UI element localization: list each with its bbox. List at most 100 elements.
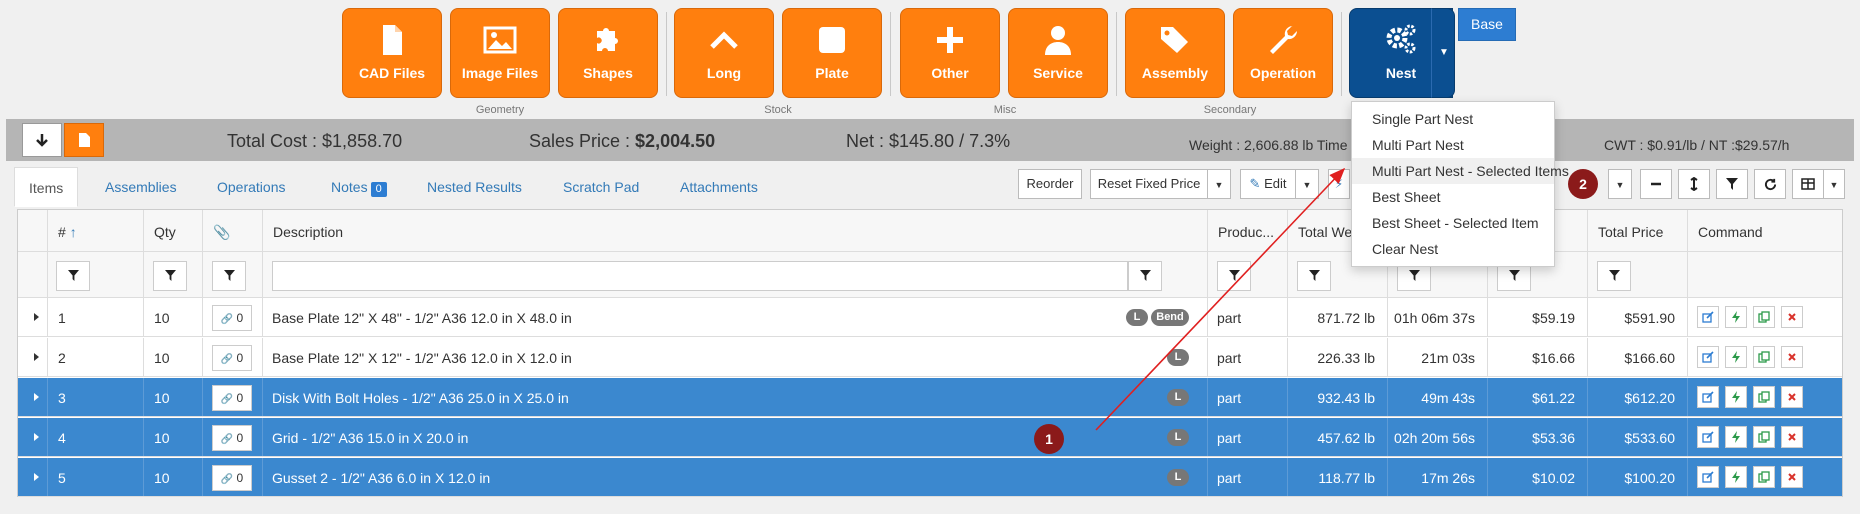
row-expand-cell[interactable]: [18, 458, 48, 496]
row-expand-cell[interactable]: [18, 338, 48, 376]
header-product[interactable]: Produc...: [1208, 210, 1288, 251]
attachments-button[interactable]: 🔗 0: [212, 385, 252, 411]
close-icon: [1788, 313, 1796, 321]
attachments-button[interactable]: 🔗 0: [212, 345, 252, 371]
header-attachments[interactable]: 📎: [203, 210, 263, 251]
tab-nested-results[interactable]: Nested Results: [413, 167, 536, 207]
menu-item-best-sheet[interactable]: Best Sheet: [1352, 184, 1554, 210]
lightning-row-button[interactable]: [1725, 386, 1747, 408]
shapes-button[interactable]: Shapes: [558, 8, 658, 98]
row-expand-cell[interactable]: [18, 298, 48, 336]
delete-row-button[interactable]: [1781, 306, 1803, 328]
tab-operations[interactable]: Operations: [203, 167, 299, 207]
delete-row-button[interactable]: [1781, 386, 1803, 408]
expand-height-button[interactable]: [1678, 169, 1710, 199]
refresh-button[interactable]: [1754, 169, 1786, 199]
row-expand-cell[interactable]: [18, 418, 48, 456]
filter-qty-button[interactable]: [153, 261, 187, 291]
row-weight: 871.72 lb: [1288, 298, 1388, 336]
tab-assemblies[interactable]: Assemblies: [91, 167, 191, 207]
edit-row-button[interactable]: [1697, 346, 1719, 368]
image-files-button[interactable]: Image Files: [450, 8, 550, 98]
base-button[interactable]: Base: [1458, 8, 1516, 41]
collapse-button[interactable]: [1640, 169, 1672, 199]
lightning-row-button[interactable]: [1725, 466, 1747, 488]
copy-row-button[interactable]: [1753, 306, 1775, 328]
tab-scratch-pad[interactable]: Scratch Pad: [549, 167, 653, 207]
edit-row-button[interactable]: [1697, 466, 1719, 488]
attachments-button[interactable]: 🔗 0: [212, 425, 252, 451]
row-total-price: $166.60: [1588, 338, 1688, 376]
reorder-button[interactable]: Reorder: [1018, 169, 1082, 199]
document-button[interactable]: [64, 123, 104, 157]
copy-row-button[interactable]: [1753, 346, 1775, 368]
filter-attach-button[interactable]: [212, 261, 246, 291]
table-row-1[interactable]: 1 10 🔗 0 Base Plate 12" X 48" - 1/2" A36…: [18, 298, 1842, 337]
notes-count-badge: 0: [370, 182, 387, 197]
copy-row-button[interactable]: [1753, 386, 1775, 408]
delete-row-button[interactable]: [1781, 426, 1803, 448]
table-row-3[interactable]: 3 10 🔗 0 Disk With Bolt Holes - 1/2" A36…: [18, 378, 1842, 417]
filter-price-button[interactable]: [1597, 261, 1631, 291]
row-unit-price: $16.66: [1488, 338, 1588, 376]
reset-fixed-price-button[interactable]: Reset Fixed Price: [1090, 169, 1208, 199]
more-dropdown[interactable]: ▼: [1608, 169, 1632, 199]
nest-dropdown-toggle[interactable]: ▼: [1431, 8, 1455, 98]
menu-item-clear-nest[interactable]: Clear Nest: [1352, 236, 1554, 262]
edit-button[interactable]: ✎ Edit: [1240, 169, 1296, 199]
lightning-row-button[interactable]: [1725, 306, 1747, 328]
filter-description-button[interactable]: [1128, 261, 1162, 291]
edit-dropdown[interactable]: ▼: [1295, 169, 1319, 199]
plate-button[interactable]: Plate: [782, 8, 882, 98]
columns-dropdown[interactable]: ▼: [1823, 169, 1845, 199]
lightning-row-button[interactable]: [1725, 426, 1747, 448]
edit-row-button[interactable]: [1697, 386, 1719, 408]
description-filter-input[interactable]: [272, 261, 1128, 291]
table-row-5[interactable]: 5 10 🔗 0 Gusset 2 - 1/2" A36 6.0 in X 12…: [18, 458, 1842, 497]
attachments-button[interactable]: 🔗 0: [212, 465, 252, 491]
edit-row-button[interactable]: [1697, 426, 1719, 448]
header-total-price[interactable]: Total Price: [1588, 210, 1688, 251]
toolbar-separator: [890, 12, 891, 96]
table-row-2[interactable]: 2 10 🔗 0 Base Plate 12" X 12" - 1/2" A36…: [18, 338, 1842, 377]
lightning-row-button[interactable]: [1725, 346, 1747, 368]
lightning-button[interactable]: ⚡: [1328, 169, 1350, 199]
filter-number-button[interactable]: [56, 261, 90, 291]
header-description[interactable]: Description: [263, 210, 1208, 251]
grid-header-row: # ↑ Qty 📎 Description Produc... Total We…: [18, 210, 1842, 252]
row-description-cell: Base Plate 12" X 48" - 1/2" A36 12.0 in …: [263, 298, 1208, 336]
table-row-4[interactable]: 4 10 🔗 0 Grid - 1/2" A36 15.0 in X 20.0 …: [18, 418, 1842, 457]
delete-row-button[interactable]: [1781, 466, 1803, 488]
cad-files-button[interactable]: CAD Files: [342, 8, 442, 98]
copy-icon: [1758, 311, 1770, 323]
row-product: part: [1208, 458, 1288, 496]
delete-row-button[interactable]: [1781, 346, 1803, 368]
weight-summary: Weight : 2,606.88 lb Time: [1189, 137, 1348, 153]
assembly-button[interactable]: Assembly: [1125, 8, 1225, 98]
menu-item-best-sheet-selected[interactable]: Best Sheet - Selected Item: [1352, 210, 1554, 236]
other-button[interactable]: Other: [900, 8, 1000, 98]
long-button[interactable]: Long: [674, 8, 774, 98]
tab-attachments[interactable]: Attachments: [666, 167, 772, 207]
tab-notes[interactable]: Notes 0: [317, 167, 401, 207]
reset-price-dropdown[interactable]: ▼: [1207, 169, 1231, 199]
tab-items[interactable]: Items: [14, 167, 79, 207]
download-button[interactable]: [22, 123, 62, 157]
header-number[interactable]: # ↑: [48, 210, 144, 251]
filter-weight-button[interactable]: [1297, 261, 1331, 291]
filter-button[interactable]: [1716, 169, 1748, 199]
menu-item-single-part-nest[interactable]: Single Part Nest: [1352, 106, 1554, 132]
row-expand-cell[interactable]: [18, 378, 48, 416]
copy-row-button[interactable]: [1753, 426, 1775, 448]
columns-button[interactable]: [1792, 169, 1824, 199]
menu-item-multi-part-nest-selected[interactable]: Multi Part Nest - Selected Items: [1352, 158, 1569, 184]
service-button[interactable]: Service: [1008, 8, 1108, 98]
menu-item-multi-part-nest[interactable]: Multi Part Nest: [1352, 132, 1554, 158]
edit-row-button[interactable]: [1697, 306, 1719, 328]
filter-product-button[interactable]: [1217, 261, 1251, 291]
operation-button[interactable]: Operation: [1233, 8, 1333, 98]
attachments-button[interactable]: 🔗 0: [212, 305, 252, 331]
header-qty[interactable]: Qty: [144, 210, 203, 251]
copy-row-button[interactable]: [1753, 466, 1775, 488]
filter-qty-cell: [144, 252, 203, 297]
